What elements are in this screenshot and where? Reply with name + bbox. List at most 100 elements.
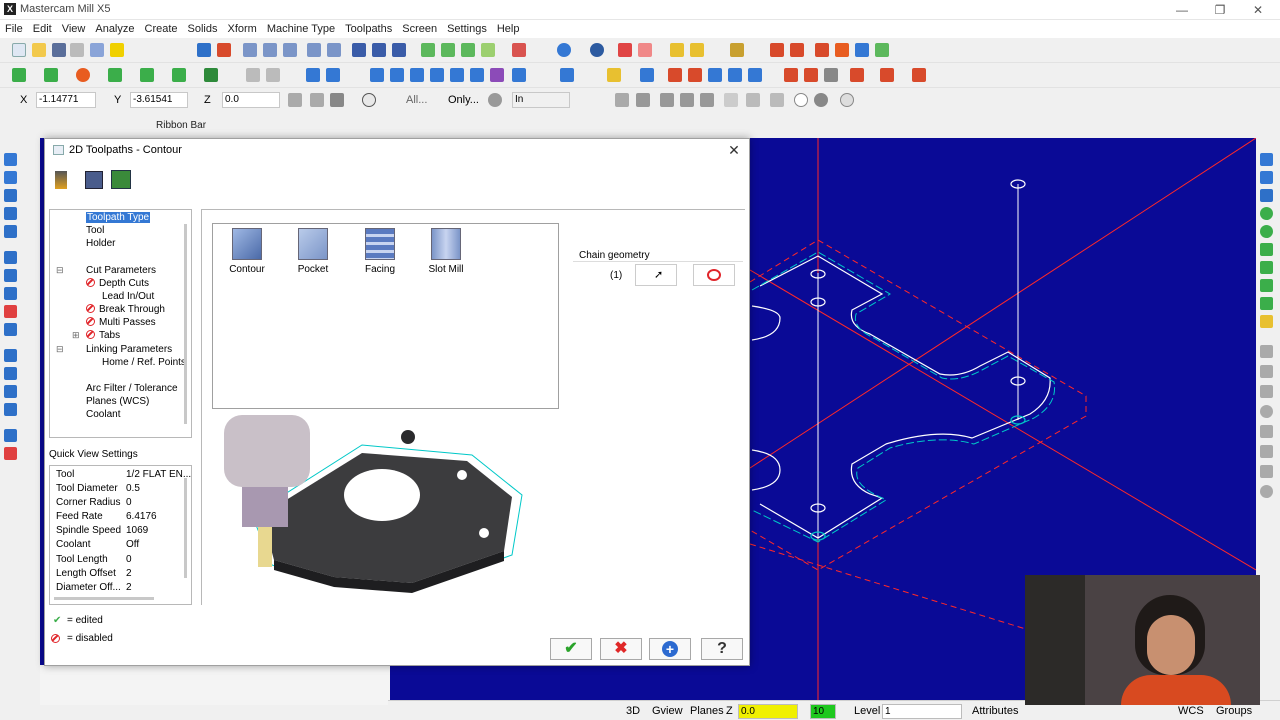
gview-iso-icon[interactable] xyxy=(1260,207,1273,220)
type-slot-mill[interactable]: Slot Mill xyxy=(421,228,471,275)
type-pocket[interactable]: Pocket xyxy=(288,228,338,275)
shaded-icon[interactable] xyxy=(590,43,604,57)
menu-xform[interactable]: Xform xyxy=(223,20,262,38)
print-preview-icon[interactable] xyxy=(90,43,104,57)
tree-item-home-ref-points[interactable]: Home / Ref. Points xyxy=(102,357,186,368)
wcs-button[interactable]: WCS xyxy=(1178,705,1204,717)
iso-view-icon[interactable] xyxy=(481,43,495,57)
xform-scale-icon[interactable] xyxy=(450,68,464,82)
solids-loft-icon[interactable] xyxy=(728,68,742,82)
circle-icon[interactable] xyxy=(76,68,90,82)
clear-selection-icon[interactable] xyxy=(794,93,808,107)
zoom-window-icon[interactable] xyxy=(263,43,277,57)
top-view-icon[interactable] xyxy=(421,43,435,57)
line-icon[interactable] xyxy=(44,68,58,82)
solids-sweep-icon[interactable] xyxy=(708,68,722,82)
wire-icon[interactable] xyxy=(4,429,17,442)
tree-item-tool[interactable]: Tool xyxy=(86,225,104,236)
router-icon[interactable] xyxy=(4,447,17,460)
front-view-icon[interactable] xyxy=(441,43,455,57)
rectangle-icon[interactable] xyxy=(204,68,218,82)
select-vector-icon[interactable] xyxy=(724,93,738,107)
solids-trim-icon[interactable] xyxy=(824,68,838,82)
dialog-close-button[interactable]: ✕ xyxy=(727,142,741,159)
join-icon[interactable] xyxy=(370,68,384,82)
menu-settings[interactable]: Settings xyxy=(442,20,492,38)
x-coordinate-field[interactable]: -1.14771 xyxy=(36,92,96,108)
circle-mill-icon[interactable] xyxy=(4,323,17,336)
select-all-button[interactable]: All... xyxy=(406,94,427,106)
nc-icon[interactable] xyxy=(875,43,889,57)
side-view-icon[interactable] xyxy=(461,43,475,57)
menu-create[interactable]: Create xyxy=(140,20,183,38)
rotate-icon[interactable] xyxy=(372,43,386,57)
close-window-button[interactable]: ✕ xyxy=(1238,2,1278,18)
lathe-icon[interactable] xyxy=(4,171,17,184)
menu-solids[interactable]: Solids xyxy=(183,20,223,38)
pan-icon[interactable] xyxy=(197,43,211,57)
stock-model-icon[interactable] xyxy=(4,403,17,416)
multiaxis-icon[interactable] xyxy=(4,305,17,318)
gview-right-icon[interactable] xyxy=(1260,261,1273,274)
analyze-icon[interactable] xyxy=(670,43,684,57)
menu-screen[interactable]: Screen xyxy=(397,20,442,38)
tree-collapse-icon-2[interactable]: ⊟ xyxy=(56,344,64,355)
ribbon-help-icon[interactable] xyxy=(362,93,376,107)
tree-item-linking-parameters[interactable]: Linking Parameters xyxy=(86,344,172,355)
quick-view-hscrollbar[interactable] xyxy=(54,597,154,600)
solids-extrude-icon[interactable] xyxy=(668,68,682,82)
surface-finish-icon[interactable] xyxy=(4,287,17,300)
tree-scrollbar[interactable] xyxy=(184,224,187,424)
selection-help-icon[interactable] xyxy=(840,93,854,107)
undo-icon[interactable] xyxy=(246,68,260,82)
tree-expand-icon[interactable]: ⊞ xyxy=(72,330,80,341)
autocursor-settings-icon[interactable] xyxy=(330,93,344,107)
solids-chamfer-icon[interactable] xyxy=(784,68,798,82)
trim-icon[interactable] xyxy=(306,68,320,82)
attributes-button[interactable]: Attributes xyxy=(972,705,1018,717)
zoom-in-icon[interactable] xyxy=(307,43,321,57)
attributes-icon[interactable] xyxy=(1260,365,1273,378)
select-chain-button[interactable]: ➚ xyxy=(635,264,677,286)
surface-rough-icon[interactable] xyxy=(4,269,17,282)
highlight-icon[interactable] xyxy=(110,43,124,57)
wireframe-icon[interactable] xyxy=(557,43,571,57)
toolpath-manager-icon[interactable] xyxy=(770,43,784,57)
tree-item-multi-passes[interactable]: Multi Passes xyxy=(86,317,156,328)
face-toolpath-icon[interactable] xyxy=(4,251,17,264)
simulate-icon[interactable] xyxy=(835,43,849,57)
save-icon[interactable] xyxy=(52,43,66,57)
menu-help[interactable]: Help xyxy=(492,20,525,38)
planes-icon[interactable] xyxy=(512,43,526,57)
redo-icon[interactable] xyxy=(266,68,280,82)
menu-toolpaths[interactable]: Toolpaths xyxy=(340,20,397,38)
color-field[interactable]: 10 xyxy=(810,704,836,719)
xform-translate-icon[interactable] xyxy=(490,68,504,82)
backplot-icon[interactable] xyxy=(815,43,829,57)
translucent-icon[interactable] xyxy=(638,43,652,57)
gview-top-icon[interactable] xyxy=(1260,225,1273,238)
solid-shade-icon[interactable] xyxy=(618,43,632,57)
regenerate-icon[interactable] xyxy=(790,43,804,57)
level-manager-icon[interactable] xyxy=(1260,345,1273,358)
quick-view-scrollbar[interactable] xyxy=(184,478,187,578)
save-defaults-icon[interactable] xyxy=(85,171,103,189)
fit-icon[interactable] xyxy=(243,43,257,57)
planes-side-icon[interactable] xyxy=(1260,189,1273,202)
pocket-toolpath-icon[interactable] xyxy=(4,225,17,238)
blank-icon[interactable] xyxy=(1260,385,1273,398)
planes-top-icon[interactable] xyxy=(1260,153,1273,166)
repaint-icon[interactable] xyxy=(217,43,231,57)
groups-button[interactable]: Groups xyxy=(1216,705,1252,717)
zoom-target-icon[interactable] xyxy=(327,43,341,57)
selection-mode-select[interactable]: In xyxy=(512,92,570,108)
z-depth-field[interactable]: 0.0 xyxy=(738,704,798,719)
surface-icon[interactable] xyxy=(560,68,574,82)
xform-mirror-icon[interactable] xyxy=(410,68,424,82)
zoom-out-icon[interactable] xyxy=(283,43,297,57)
view-icon[interactable] xyxy=(352,43,366,57)
tool-icon[interactable] xyxy=(55,171,67,189)
select-pattern-icon[interactable] xyxy=(770,93,784,107)
select-single-icon[interactable] xyxy=(680,93,694,107)
remove-chain-button[interactable] xyxy=(693,264,735,286)
